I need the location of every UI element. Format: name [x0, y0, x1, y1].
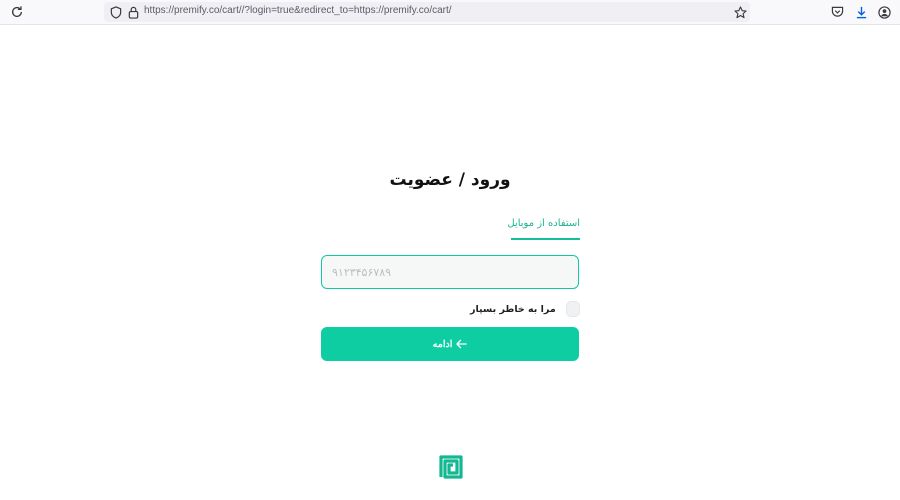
star-icon[interactable] — [732, 4, 748, 20]
tab-use-mobile[interactable]: استفاده از موبایل — [507, 218, 580, 240]
download-icon[interactable] — [853, 4, 869, 20]
arrow-left-icon — [456, 339, 468, 349]
browser-toolbar: https://premify.co/cart//?login=true&red… — [0, 0, 900, 25]
url-bar[interactable]: https://premify.co/cart//?login=true&red… — [104, 2, 750, 22]
premify-logo — [437, 453, 465, 481]
continue-label: ادامه — [432, 338, 453, 350]
shield-icon[interactable] — [108, 4, 124, 20]
account-icon[interactable] — [876, 4, 892, 20]
remember-me-checkbox[interactable] — [565, 301, 580, 317]
lock-icon[interactable] — [125, 4, 141, 20]
continue-button[interactable]: ادامه — [321, 327, 579, 361]
login-page: ورود / عضویت استفاده از موبایل مرا به خا… — [0, 25, 900, 500]
url-text[interactable]: https://premify.co/cart//?login=true&red… — [144, 5, 452, 16]
remember-me-label: مرا به خاطر بسپار — [470, 303, 556, 315]
remember-me[interactable]: مرا به خاطر بسپار — [470, 300, 580, 318]
pocket-icon[interactable] — [829, 4, 845, 20]
phone-input[interactable] — [321, 255, 579, 289]
page-title: ورود / عضویت — [389, 170, 511, 190]
reload-icon[interactable] — [9, 4, 25, 20]
